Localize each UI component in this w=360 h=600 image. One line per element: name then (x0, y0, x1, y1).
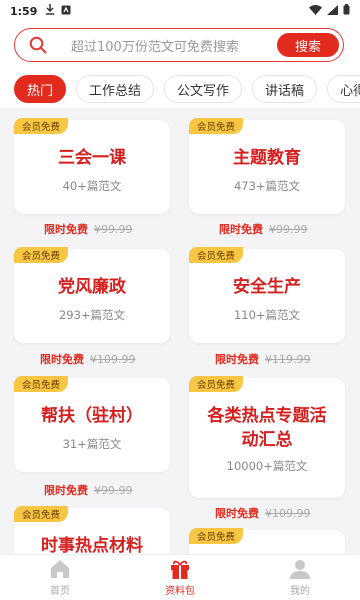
limited-free-label: 限时免费 (215, 507, 259, 520)
price-line: 限时免费 ¥119.99 (215, 351, 311, 367)
nav-home-label: 首页 (50, 586, 70, 597)
member-free-badge: 会员免费 (189, 528, 244, 544)
header: 超过100万份范文可免费搜索 搜索 (0, 22, 360, 68)
member-free-badge: 会员免费 (14, 247, 69, 263)
tab-hot[interactable]: 热门 (14, 75, 67, 103)
card-title: 帮扶（驻村） (41, 406, 143, 426)
limited-free-label: 限时免费 (44, 223, 88, 236)
member-free-badge: 会员免费 (189, 376, 244, 392)
nav-materials-label: 资料包 (165, 586, 195, 597)
material-card[interactable]: 会员免费 党风廉政 293+篇范文 (14, 247, 170, 343)
tab-speech[interactable]: 讲话稿 (252, 75, 318, 103)
status-time: 1:59 (10, 4, 38, 18)
material-card[interactable]: 会员免费 主题教育 473+篇范文 (189, 118, 345, 214)
limited-free-label: 限时免费 (44, 484, 88, 497)
original-price: ¥99.99 (94, 484, 133, 497)
price-line: 限时免费 ¥99.99 (44, 221, 133, 237)
gift-icon (169, 558, 191, 580)
card-title: 安全生产 (233, 277, 301, 297)
material-card[interactable]: 会员免费 时事热点材料 (14, 506, 170, 554)
card-title: 主题教育 (233, 148, 301, 168)
nav-profile[interactable]: 我的 (260, 558, 340, 597)
bottom-nav: 首页 资料包 我的 (0, 554, 360, 600)
card-title: 时事热点材料 (41, 536, 143, 554)
nav-materials[interactable]: 资料包 (140, 558, 220, 597)
download-icon (45, 4, 55, 18)
material-grid: 会员免费 三会一课 40+篇范文 限时免费 ¥99.99 会员免费 主题教育 47… (0, 108, 360, 554)
limited-free-label: 限时免费 (215, 353, 259, 366)
card-count: 110+篇范文 (233, 308, 301, 322)
battery-icon (343, 4, 350, 18)
tab-reflections[interactable]: 心得 (327, 75, 360, 103)
wifi-icon (309, 4, 322, 18)
search-bar[interactable]: 超过100万份范文可免费搜索 搜索 (14, 28, 344, 62)
nav-home[interactable]: 首页 (20, 558, 100, 597)
nav-profile-label: 我的 (290, 586, 310, 597)
card-title: 三会一课 (58, 148, 126, 168)
material-card[interactable]: 会员免费 帮扶（驻村） 31+篇范文 (14, 376, 170, 472)
material-card[interactable]: 会员免费 (189, 528, 345, 554)
material-card[interactable]: 会员免费 各类热点专题活动汇总 10000+篇范文 (189, 376, 345, 498)
member-free-badge: 会员免费 (189, 118, 244, 134)
home-icon (49, 558, 71, 580)
member-free-badge: 会员免费 (189, 247, 244, 263)
material-card[interactable]: 会员免费 三会一课 40+篇范文 (14, 118, 170, 214)
search-icon (27, 34, 49, 56)
card-count: 293+篇范文 (58, 308, 126, 322)
original-price: ¥99.99 (94, 223, 133, 236)
original-price: ¥109.99 (90, 353, 136, 366)
price-line: 限时免费 ¥109.99 (215, 505, 311, 521)
user-icon (289, 558, 311, 580)
tab-official-writing[interactable]: 公文写作 (164, 75, 243, 103)
limited-free-label: 限时免费 (40, 353, 84, 366)
signal-icon (327, 4, 338, 18)
card-title: 党风廉政 (58, 277, 126, 297)
member-free-badge: 会员免费 (14, 506, 69, 522)
original-price: ¥99.99 (269, 223, 308, 236)
card-count: 40+篇范文 (62, 179, 122, 193)
category-tabs: 热门 工作总结 公文写作 讲话稿 心得 (0, 68, 360, 108)
limited-free-label: 限时免费 (219, 223, 263, 236)
status-bar: 1:59 (0, 0, 360, 22)
notification-icon (61, 5, 71, 18)
price-line: 限时免费 ¥99.99 (44, 482, 133, 498)
original-price: ¥119.99 (265, 353, 311, 366)
material-card[interactable]: 会员免费 安全生产 110+篇范文 (189, 247, 345, 343)
search-button[interactable]: 搜索 (277, 33, 339, 57)
card-count: 31+篇范文 (62, 437, 122, 451)
card-title: 各类热点专题活动汇总 (207, 406, 327, 450)
original-price: ¥109.99 (265, 507, 311, 520)
member-free-badge: 会员免费 (14, 376, 69, 392)
price-line: 限时免费 ¥109.99 (40, 351, 136, 367)
search-input[interactable]: 超过100万份范文可免费搜索 (71, 36, 277, 55)
card-count: 10000+篇范文 (226, 459, 308, 473)
member-free-badge: 会员免费 (14, 118, 69, 134)
card-count: 473+篇范文 (233, 179, 301, 193)
tab-work-summary[interactable]: 工作总结 (76, 75, 155, 103)
price-line: 限时免费 ¥99.99 (219, 221, 308, 237)
